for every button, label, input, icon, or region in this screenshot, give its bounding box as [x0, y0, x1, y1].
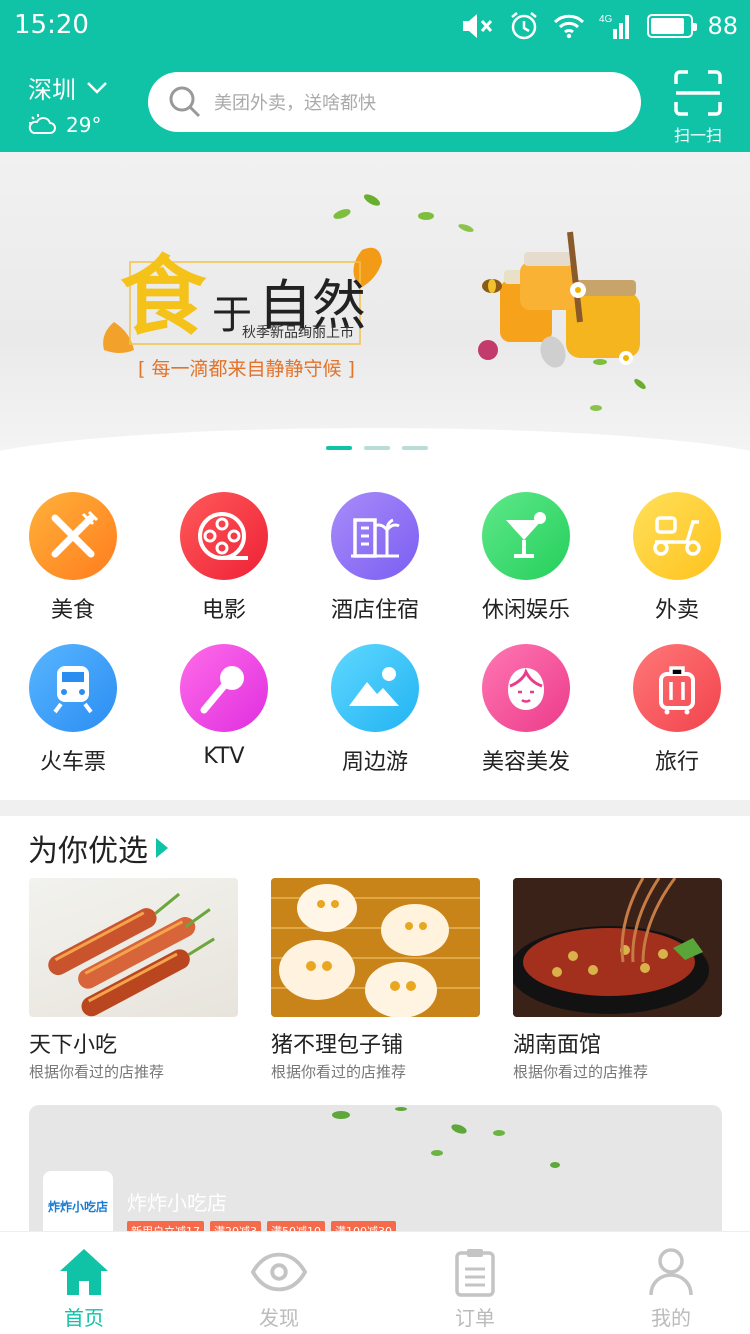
recommend-reason: 根据你看过的店推荐: [271, 1063, 407, 1081]
banner-dot[interactable]: [326, 446, 352, 450]
microphone-icon: [180, 644, 268, 732]
recommend-card[interactable]: 猪不理包子铺 根据你看过的店推荐: [271, 878, 480, 1082]
recommend-section-title: 为你优选: [28, 826, 168, 870]
clipboard-icon: [455, 1249, 495, 1297]
search-placeholder: 美团外卖，送啥都快: [214, 93, 376, 114]
scan-button[interactable]: 扫一扫: [672, 70, 724, 146]
category-label: 酒店住宿: [330, 598, 419, 623]
hotel-icon: [331, 492, 419, 580]
status-time: 15:20: [14, 10, 89, 40]
tab-label: 发现: [259, 1306, 299, 1330]
category-label: 电影: [201, 598, 246, 623]
cloudy-weather-icon: [28, 114, 56, 134]
food-image: [29, 878, 238, 1017]
recommend-card[interactable]: 天下小吃 根据你看过的店推荐: [29, 878, 238, 1082]
shop-name: 猪不理包子铺: [271, 1033, 404, 1058]
shop-name: 炸炸小吃店: [127, 1191, 227, 1215]
fork-knife-icon: [29, 492, 117, 580]
tab-label: 订单: [455, 1306, 495, 1330]
scooter-icon: [633, 492, 721, 580]
category-hotel[interactable]: 酒店住宿: [315, 492, 435, 624]
category-label: 休闲娱乐: [481, 598, 570, 623]
city-name: 深圳: [28, 76, 76, 104]
recommend-reason: 根据你看过的店推荐: [29, 1063, 165, 1081]
shop-name: 湖南面馆: [513, 1033, 602, 1058]
food-image: [513, 878, 722, 1017]
banner-pagination[interactable]: [326, 446, 428, 450]
recommend-card[interactable]: 湖南面馆 根据你看过的店推荐: [513, 878, 722, 1082]
bottom-tab-bar: 首页 发现 订单 我的: [0, 1232, 750, 1334]
category-label: KTV: [203, 744, 245, 769]
temperature: 29°: [66, 113, 102, 137]
section-divider: [0, 800, 750, 816]
category-train[interactable]: 火车票: [13, 644, 133, 776]
scan-icon: [674, 70, 722, 116]
category-movie[interactable]: 电影: [164, 492, 284, 624]
promo-banner[interactable]: 食 于 自然 秋季新品绚丽上市 [ 每一滴都来自静静守候 ]: [0, 152, 750, 464]
category-label: 火车票: [39, 750, 106, 775]
category-label: 美容美发: [481, 750, 570, 775]
search-icon: [169, 86, 201, 118]
face-icon: [482, 644, 570, 732]
banner-slogan: [ 每一滴都来自静静守候 ]: [138, 358, 355, 380]
wifi-icon: [554, 14, 585, 39]
category-food[interactable]: 美食: [13, 492, 133, 624]
tab-discover[interactable]: 发现: [224, 1244, 334, 1331]
category-label: 旅行: [654, 750, 699, 775]
shop-name: 天下小吃: [29, 1033, 118, 1058]
mountain-icon: [331, 644, 419, 732]
film-reel-icon: [180, 492, 268, 580]
leaf-decoration-icon: [103, 194, 646, 411]
battery-percent: 88: [707, 12, 738, 40]
location-selector[interactable]: 深圳 29°: [28, 70, 108, 137]
scan-label: 扫一扫: [673, 126, 722, 145]
shop-logo-text: 炸炸小吃店: [47, 1199, 108, 1214]
recommend-reason: 根据你看过的店推荐: [513, 1063, 649, 1081]
food-image: [271, 878, 480, 1017]
signal-icon: 4G: [599, 14, 630, 39]
category-entertainment[interactable]: 休闲娱乐: [466, 492, 586, 624]
person-icon: [649, 1248, 693, 1296]
alarm-icon: [511, 12, 538, 40]
category-beauty[interactable]: 美容美发: [466, 644, 586, 776]
tab-profile[interactable]: 我的: [616, 1244, 726, 1331]
section-heading: 为你优选: [28, 834, 148, 869]
category-nearby-travel[interactable]: 周边游: [315, 644, 435, 776]
chevron-down-icon: [87, 81, 107, 94]
shop-promo-card[interactable]: 炸炸小吃店 炸炸小吃店 新用户立减17 满20减3 满50减10 满100减30: [29, 1105, 722, 1245]
category-travel[interactable]: 旅行: [617, 644, 737, 776]
banner-dot[interactable]: [402, 446, 428, 450]
luggage-icon: [633, 644, 721, 732]
banner-subtitle: 秋季新品绚丽上市: [242, 325, 354, 341]
category-ktv[interactable]: KTV: [164, 644, 284, 769]
mute-icon: [463, 14, 493, 38]
banner-title-char-1: 食: [120, 246, 206, 347]
tab-home[interactable]: 首页: [29, 1244, 139, 1331]
svg-text:4G: 4G: [599, 14, 613, 25]
cocktail-icon: [482, 492, 570, 580]
home-icon: [60, 1249, 108, 1295]
eye-icon: [251, 1252, 307, 1292]
tab-orders[interactable]: 订单: [420, 1244, 530, 1331]
search-input[interactable]: 美团外卖，送啥都快: [148, 72, 641, 132]
status-bar: 15:20 4G 88: [0, 0, 750, 54]
category-label: 外卖: [654, 598, 699, 623]
category-label: 周边游: [341, 750, 408, 775]
category-label: 美食: [50, 598, 95, 623]
banner-dot[interactable]: [364, 446, 390, 450]
train-icon: [29, 644, 117, 732]
top-header: 15:20 4G 88 深圳 29° 美团外卖，送啥都快 扫一扫: [0, 0, 750, 152]
tab-label: 我的: [651, 1306, 691, 1330]
battery-icon: [647, 14, 698, 38]
play-arrow-icon: [156, 838, 168, 858]
tab-label: 首页: [64, 1306, 104, 1330]
category-takeout[interactable]: 外卖: [617, 492, 737, 624]
shop-logo: 炸炸小吃店: [43, 1171, 113, 1241]
